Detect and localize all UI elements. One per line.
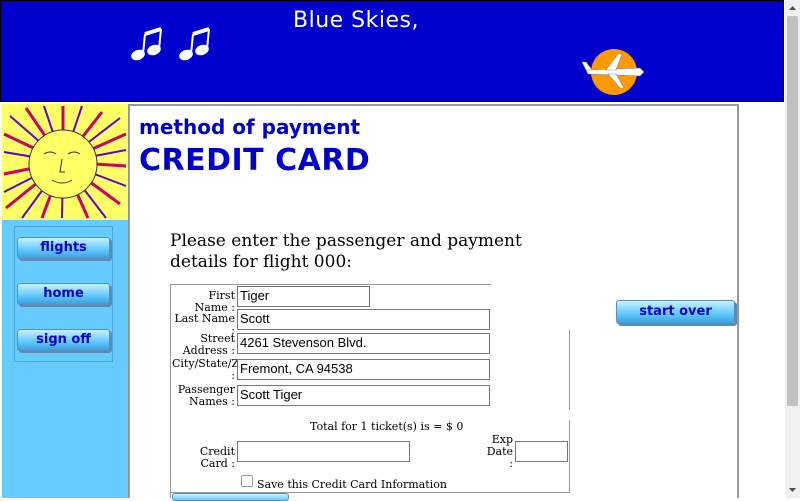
credit-card-field[interactable] [237,441,410,462]
scrollbar-thumb[interactable] [787,16,798,406]
home-button[interactable]: home [17,283,110,305]
page-subtitle: method of payment [139,115,361,139]
music-notes-icon [131,27,210,61]
sign-off-button[interactable]: sign off [17,329,110,351]
save-card-checkbox[interactable] [241,475,253,487]
street-label: Street Address : [182,332,235,357]
form-border [569,330,570,410]
exp-date-label: Exp Date : [486,433,513,470]
submit-button[interactable] [172,493,289,501]
form-border [170,284,171,498]
street-address-field[interactable]: 4261 Stevenson Blvd. [237,333,490,354]
form-border [170,284,491,285]
start-over-button[interactable]: start over [616,300,735,324]
passenger-names-label: Passenger Names : [177,383,235,408]
city-state-zip-label: City/State/Zip : [172,357,250,382]
form-border [569,420,570,492]
exp-date-field[interactable] [515,441,568,462]
scroll-up-arrow-icon[interactable] [785,0,800,16]
first-name-label: First Name : [194,289,235,314]
city-state-zip-field[interactable]: Fremont, CA 94538 [237,359,490,380]
ticket-total: Total for 1 ticket(s) is = $ 0 [310,420,464,433]
page-title: CREDIT CARD [139,143,371,178]
airplane-sun-icon [581,49,645,95]
credit-card-label: Credit Card : [199,445,235,470]
flights-button[interactable]: flights [17,237,110,259]
intro-text: Please enter the passenger and payment d… [170,231,522,272]
site-title: Blue Skies, [293,8,419,33]
save-card-label: Save this Credit Card Information [257,478,447,491]
passenger-names-field[interactable]: Scott Tiger [237,385,490,406]
first-name-field[interactable]: Tiger [237,286,370,307]
scroll-down-arrow-icon[interactable] [785,482,800,498]
sun-logo-icon [2,104,128,220]
last-name-field[interactable]: Scott [237,309,490,330]
